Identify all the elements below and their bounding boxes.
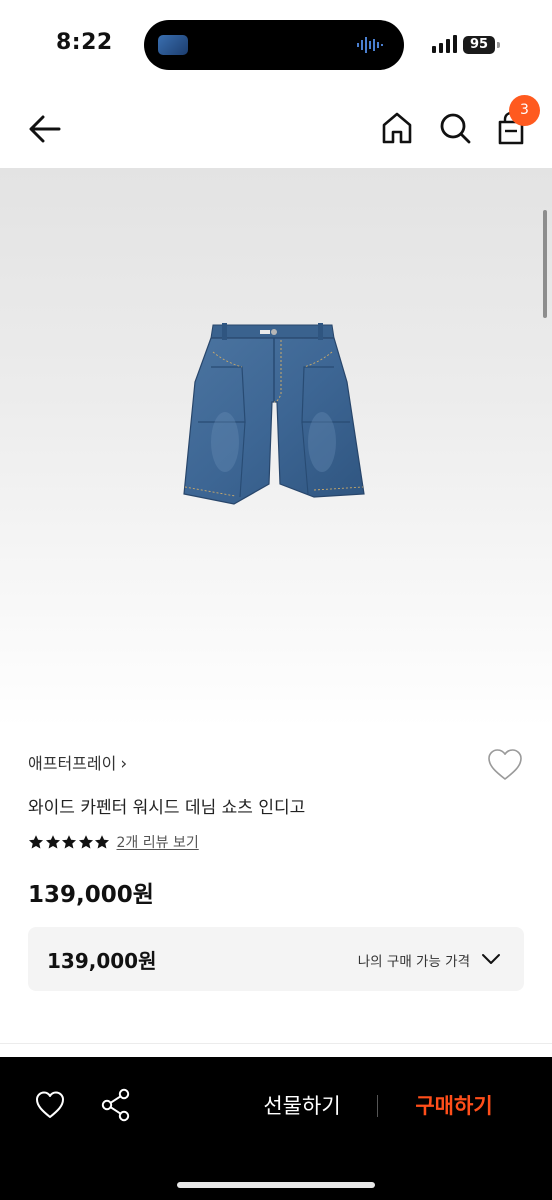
button-divider — [377, 1095, 378, 1117]
star-icon — [28, 835, 44, 849]
purchase-price-value: 139,000원 — [47, 949, 157, 973]
status-time: 8:22 — [56, 30, 113, 55]
status-bar: 8:22 95 — [0, 0, 552, 90]
brand-link[interactable]: 애프터프레이 › — [28, 750, 127, 776]
signal-icon — [432, 35, 457, 53]
search-icon[interactable] — [438, 110, 472, 146]
share-icon[interactable] — [100, 1088, 132, 1122]
buy-button[interactable]: 구매하기 — [396, 1087, 512, 1125]
chevron-down-icon — [482, 954, 500, 964]
star-icon — [78, 835, 93, 849]
product-price: 139,000원 — [28, 882, 154, 908]
star-icon — [45, 835, 60, 849]
cart-count-badge: 3 — [509, 95, 540, 126]
denim-shorts-image — [183, 323, 365, 505]
gift-button[interactable]: 선물하기 — [246, 1087, 358, 1125]
audio-wave-icon — [357, 37, 383, 53]
section-divider — [0, 1043, 552, 1044]
purchase-price-dropdown[interactable]: 139,000원 나의 구매 가능 가격 — [28, 927, 524, 991]
battery-icon: 95 — [463, 36, 495, 54]
bottom-action-bar: 선물하기 구매하기 — [0, 1057, 552, 1200]
review-link[interactable]: 2개 리뷰 보기 — [117, 832, 199, 852]
star-icon — [61, 835, 77, 849]
chevron-right-icon: › — [120, 754, 128, 774]
back-arrow-icon[interactable] — [26, 110, 64, 148]
star-rating — [28, 834, 111, 850]
purchase-price-label: 나의 구매 가능 가격 — [357, 954, 470, 970]
top-navigation — [0, 90, 552, 168]
image-scroll-indicator — [543, 210, 547, 318]
dynamic-island — [144, 20, 404, 70]
media-thumbnail — [158, 35, 188, 55]
star-icon — [94, 835, 110, 849]
heart-icon[interactable] — [34, 1089, 66, 1121]
battery-cap — [497, 42, 500, 48]
rating-row: 2개 리뷰 보기 — [28, 832, 199, 852]
wishlist-heart-icon[interactable] — [486, 747, 524, 783]
product-title: 와이드 카펜터 워시드 데님 쇼츠 인디고 — [28, 798, 306, 818]
home-indicator — [177, 1182, 375, 1188]
home-icon[interactable] — [380, 110, 414, 146]
brand-name: 애프터프레이 — [28, 754, 117, 773]
